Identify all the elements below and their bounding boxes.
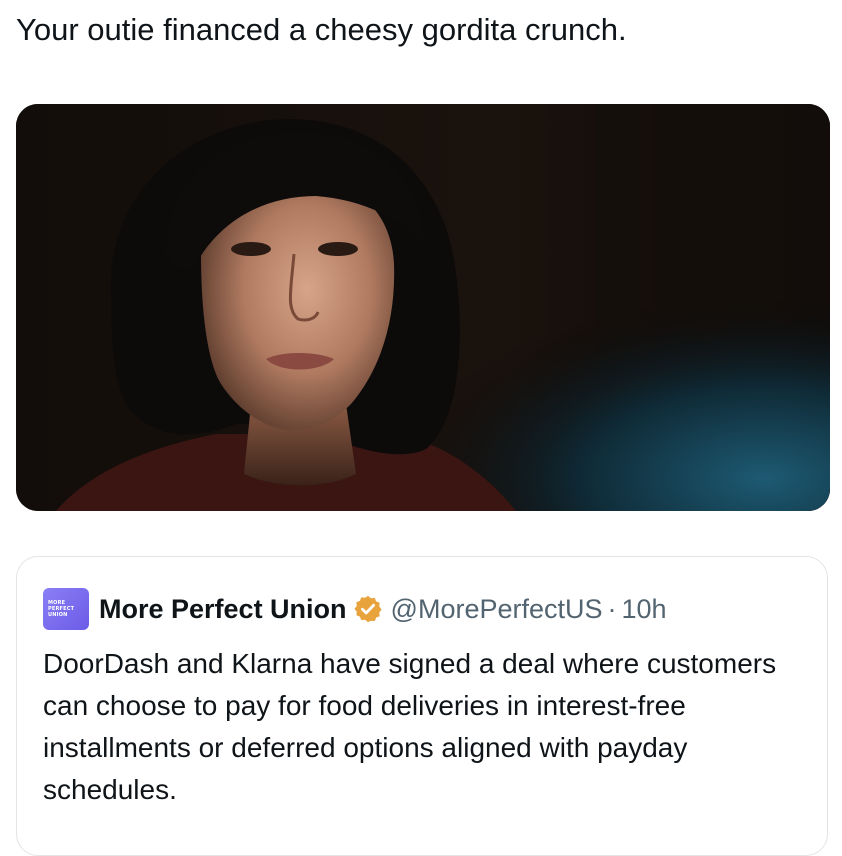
separator-dot: · (607, 593, 617, 624)
tweet-media-image[interactable] (16, 104, 830, 511)
timestamp[interactable]: 10h (622, 594, 667, 625)
quoted-tweet-card[interactable]: MORE PERFECT UNION More Perfect Union @M… (16, 556, 828, 856)
user-handle[interactable]: @MorePerfectUS (391, 594, 603, 625)
display-name[interactable]: More Perfect Union (99, 594, 347, 625)
avatar-text-line: UNION (48, 612, 68, 618)
media-still-illustration (16, 104, 830, 511)
avatar[interactable]: MORE PERFECT UNION (43, 588, 89, 630)
quoted-tweet-header: MORE PERFECT UNION More Perfect Union @M… (43, 587, 667, 631)
tweet-text: Your outie financed a cheesy gordita cru… (16, 12, 627, 47)
quoted-tweet-text: DoorDash and Klarna have signed a deal w… (43, 648, 777, 805)
verified-badge-icon (353, 595, 382, 623)
